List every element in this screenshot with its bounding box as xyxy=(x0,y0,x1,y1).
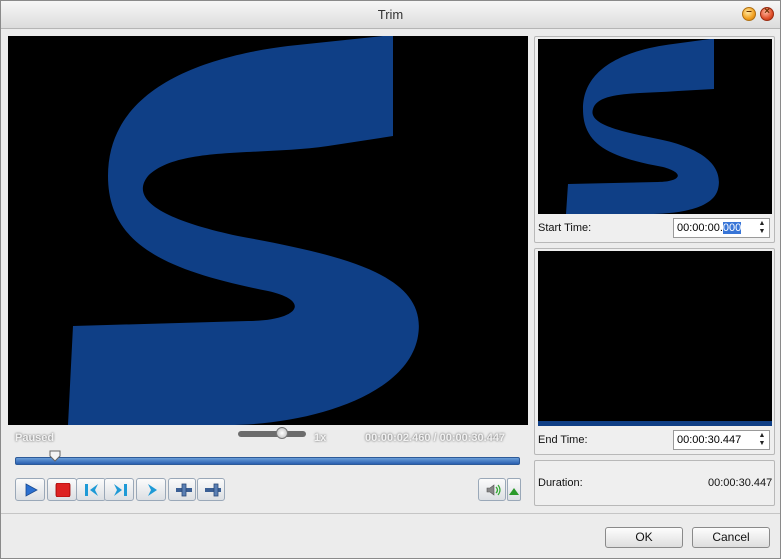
previous-frame-button[interactable] xyxy=(76,478,106,501)
window-title: Trim xyxy=(377,7,404,22)
start-time-spinner[interactable]: ▲ ▼ xyxy=(757,220,767,236)
close-button[interactable]: × xyxy=(760,6,774,21)
end-time-field[interactable]: 00:00:30.447 ▲ ▼ xyxy=(673,430,770,450)
start-time-field[interactable]: 00:00:00.000 ▲ ▼ xyxy=(673,218,770,238)
volume-icon xyxy=(486,484,501,496)
volume-button[interactable] xyxy=(478,478,506,501)
close-icon: × xyxy=(764,6,770,17)
seek-bar-handle[interactable] xyxy=(49,450,61,462)
start-frame-image xyxy=(566,39,719,214)
next-frame-button[interactable] xyxy=(104,478,134,501)
start-time-value: 00:00:00. xyxy=(677,222,723,234)
start-frame-preview xyxy=(538,39,772,214)
end-frame-image xyxy=(538,421,772,426)
set-end-marker-button[interactable] xyxy=(197,478,225,501)
start-time-selected-part: 000 xyxy=(722,222,742,234)
video-frame xyxy=(68,36,419,425)
duration-value: 00:00:30.447 xyxy=(708,477,773,489)
ok-button[interactable]: OK xyxy=(605,527,683,548)
spin-down-icon[interactable]: ▼ xyxy=(757,228,767,236)
set-end-marker-icon xyxy=(205,483,221,497)
volume-level-indicator xyxy=(509,488,519,495)
duration-label: Duration: xyxy=(538,477,583,489)
play-button[interactable] xyxy=(15,478,45,501)
playback-status: Paused xyxy=(15,432,55,444)
speed-slider-handle[interactable] xyxy=(276,427,289,439)
video-viewport[interactable] xyxy=(8,36,528,425)
stop-button[interactable] xyxy=(47,478,77,501)
cancel-button[interactable]: Cancel xyxy=(692,527,770,548)
spin-down-icon[interactable]: ▼ xyxy=(757,440,767,448)
end-time-label: End Time: xyxy=(538,434,588,446)
stop-icon xyxy=(55,483,71,497)
next-frame-icon xyxy=(114,484,127,496)
seek-bar[interactable] xyxy=(15,457,520,465)
previous-frame-icon xyxy=(85,484,98,496)
start-time-label: Start Time: xyxy=(538,222,592,234)
speed-slider[interactable] xyxy=(238,431,306,437)
set-start-marker-button[interactable] xyxy=(168,478,196,501)
speed-label: 1x xyxy=(314,432,327,444)
spin-up-icon[interactable]: ▲ xyxy=(757,432,767,440)
trim-dialog: Trim – × Paused 1x 00:00:02.460 / 00:00:… xyxy=(0,0,781,559)
timecode-display: 00:00:02.460 / 00:00:30.447 xyxy=(365,432,506,444)
set-start-marker-icon xyxy=(176,483,192,497)
title-bar: Trim – × xyxy=(1,1,780,29)
volume-slider[interactable] xyxy=(507,478,521,501)
minimize-button[interactable]: – xyxy=(742,6,756,21)
forward-button[interactable] xyxy=(136,478,166,501)
end-frame-preview xyxy=(538,251,772,426)
minimize-icon: – xyxy=(746,6,752,17)
end-time-spinner[interactable]: ▲ ▼ xyxy=(757,432,767,448)
spin-up-icon[interactable]: ▲ xyxy=(757,220,767,228)
play-icon xyxy=(25,483,38,497)
forward-icon xyxy=(148,484,157,496)
end-time-value: 00:00:30.447 xyxy=(677,434,742,446)
footer-divider xyxy=(1,513,780,514)
